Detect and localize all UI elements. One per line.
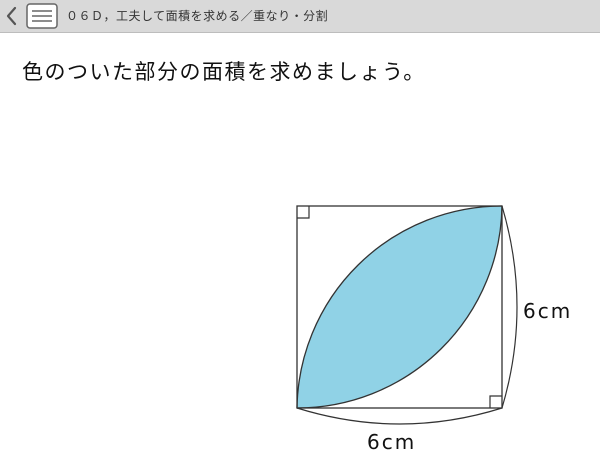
dimension-brace-bottom (296, 407, 503, 425)
side-length-label-bottom: 6cm (367, 430, 416, 454)
right-angle-mark-bottom-right (489, 395, 502, 408)
dimension-brace-right (501, 205, 518, 409)
right-angle-mark-top-left (297, 206, 310, 219)
geometry-figure: 6cm 6cm (296, 205, 572, 454)
side-length-label-right: 6cm (523, 299, 572, 323)
shaded-region (297, 205, 502, 408)
